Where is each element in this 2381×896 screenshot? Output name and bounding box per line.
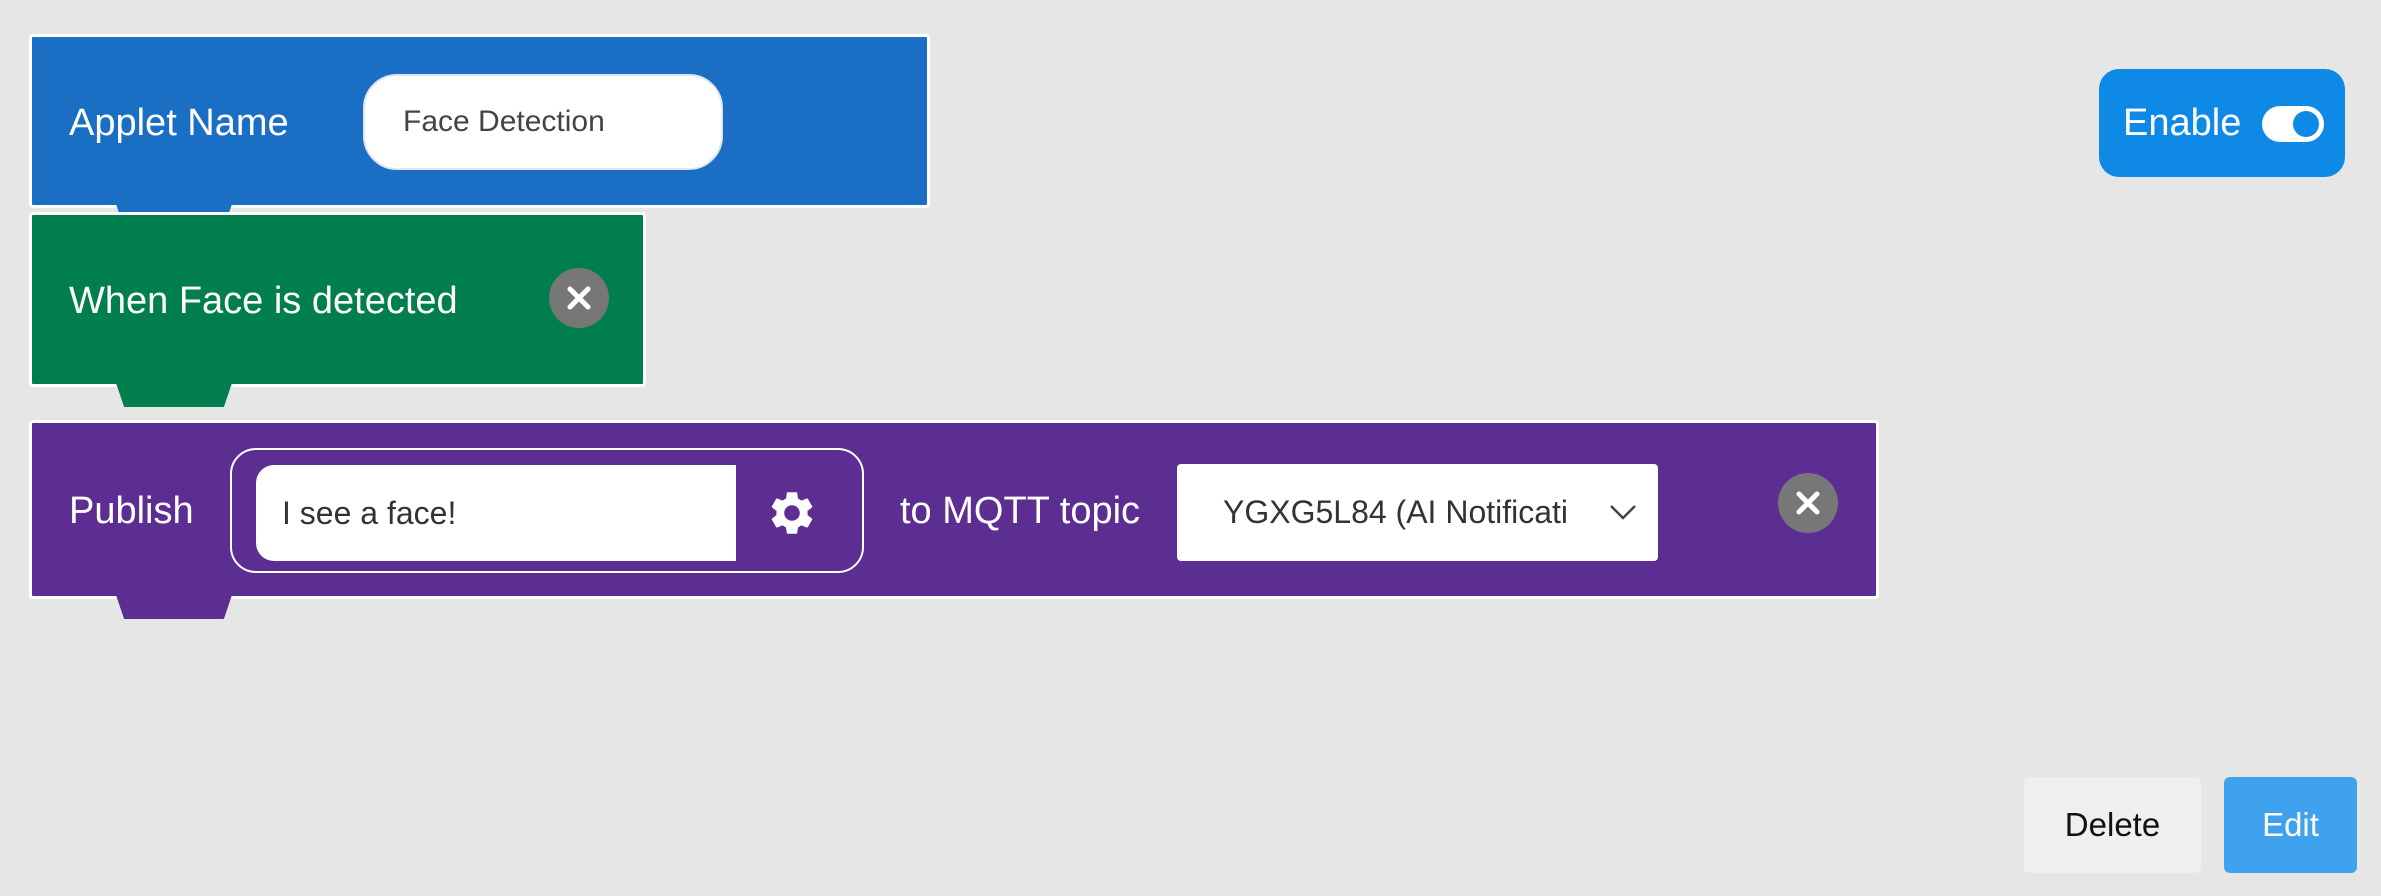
toggle-knob-icon — [2293, 111, 2319, 137]
enable-label: Enable — [2123, 102, 2242, 144]
trigger-block: When Face is detected — [29, 212, 646, 407]
enable-switch[interactable] — [2262, 106, 2324, 142]
applet-name-input[interactable] — [363, 74, 723, 170]
remove-trigger-button[interactable] — [549, 268, 609, 328]
chevron-down-icon — [1610, 505, 1636, 520]
edit-button[interactable]: Edit — [2224, 777, 2357, 873]
mqtt-topic-selected-value: YGXG5L84 (AI Notifications) — [1223, 494, 1568, 530]
trigger-label: When Face is detected — [69, 280, 458, 322]
close-icon — [567, 286, 591, 310]
mqtt-topic-label: to MQTT topic — [900, 490, 1141, 532]
delete-button[interactable]: Delete — [2024, 777, 2201, 873]
action-block: Publish to MQTT topic YGXG5L84 (AI Notif… — [29, 420, 1879, 619]
block-connector — [116, 595, 232, 619]
applet-name-block: Applet Name — [29, 34, 930, 228]
block-connector — [116, 383, 232, 407]
message-settings-button[interactable] — [742, 465, 842, 561]
applet-name-label: Applet Name — [69, 102, 289, 144]
gear-icon — [771, 492, 813, 534]
applet-editor-canvas: Applet Name When Face is detected Publis… — [0, 0, 2381, 896]
mqtt-topic-select[interactable]: YGXG5L84 (AI Notifications) — [1177, 464, 1658, 561]
enable-toggle-button[interactable]: Enable — [2099, 69, 2345, 177]
action-label: Publish — [69, 490, 194, 532]
remove-action-button[interactable] — [1778, 473, 1838, 533]
message-input[interactable] — [256, 465, 736, 561]
message-input-group — [230, 448, 864, 573]
close-icon — [1796, 491, 1820, 515]
